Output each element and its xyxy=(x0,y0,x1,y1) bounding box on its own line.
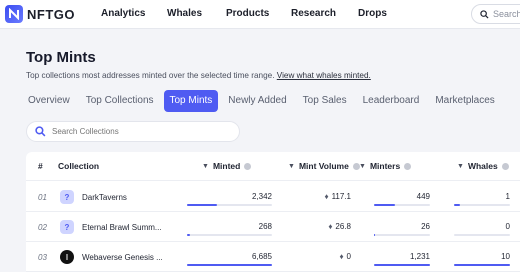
eth-icon: ♦ xyxy=(328,222,333,231)
whales-bar-fill xyxy=(454,204,460,206)
minted-bar-fill xyxy=(187,204,217,206)
search-icon xyxy=(35,126,46,137)
brand-logo[interactable]: NFTGO xyxy=(5,4,75,24)
header-minted-label: Minted xyxy=(212,161,241,171)
sort-down-icon: ▼ xyxy=(457,162,464,170)
minted-value: 2,342 xyxy=(251,192,272,201)
header-mint-volume[interactable]: ▼ Mint Volume xyxy=(288,161,360,171)
minted-bar xyxy=(187,264,272,266)
nav-research[interactable]: Research xyxy=(291,8,336,19)
mint-volume-value: ♦ 0 xyxy=(306,252,351,261)
whales-bar-fill xyxy=(454,264,510,266)
header-index: # xyxy=(38,161,43,171)
eth-icon: ♦ xyxy=(339,252,344,261)
whales-bar xyxy=(454,264,510,266)
tab-top-sales[interactable]: Top Sales xyxy=(297,90,353,112)
question-icon: ? xyxy=(60,220,74,234)
minters-value: 1,231 xyxy=(409,252,430,261)
info-icon xyxy=(244,162,252,170)
sort-down-icon: ▼ xyxy=(288,162,295,170)
row-index: 03 xyxy=(38,253,47,262)
collection-search-box xyxy=(26,121,240,142)
whales-value: 0 xyxy=(505,222,510,231)
minters-bar xyxy=(374,204,430,206)
mint-volume-number: 117.1 xyxy=(331,192,351,201)
minted-bar xyxy=(187,234,272,236)
header-minters[interactable]: ▼ Minters xyxy=(359,161,412,171)
collection-name[interactable]: Eternal Brawl Summ... xyxy=(82,223,162,232)
minted-value: 6,685 xyxy=(251,252,272,261)
minted-bar xyxy=(187,204,272,206)
header-collection: Collection xyxy=(58,161,100,171)
minters-bar xyxy=(374,264,430,266)
header-mint-volume-label: Mint Volume xyxy=(298,161,349,171)
whales-value: 1 xyxy=(505,192,510,201)
brand-name: NFTGO xyxy=(27,6,75,22)
header-whales-label: Whales xyxy=(467,161,498,171)
tab-newly-added[interactable]: Newly Added xyxy=(222,90,292,112)
tab-top-mints[interactable]: Top Mints xyxy=(163,90,219,112)
nav-drops[interactable]: Drops xyxy=(358,8,387,19)
mint-volume-number: 26.8 xyxy=(335,222,351,231)
tab-top-collections[interactable]: Top Collections xyxy=(80,90,160,112)
header-whales[interactable]: ▼ Whales xyxy=(457,161,509,171)
search-icon xyxy=(480,9,489,19)
page-title: Top Mints xyxy=(26,49,96,66)
global-search-placeholder: Search xyxy=(493,9,520,19)
whales-bar xyxy=(454,204,510,206)
table-row[interactable]: 02 ? Eternal Brawl Summ... 268 ♦ 26.8 26 … xyxy=(26,212,520,242)
row-index: 01 xyxy=(38,193,47,202)
minters-bar-fill xyxy=(374,204,395,206)
minters-bar xyxy=(374,234,430,236)
minters-bar-fill xyxy=(374,234,376,236)
table-row[interactable]: 01 ? DarkTaverns 2,342 ♦ 117.1 449 1 xyxy=(26,182,520,212)
question-icon: ? xyxy=(60,190,74,204)
minted-bar-fill xyxy=(187,264,272,266)
header-minters-label: Minters xyxy=(369,161,401,171)
row-index: 02 xyxy=(38,223,47,232)
table-row[interactable]: 03 ǀ Webaverse Genesis ... 6,685 ♦ 0 1,23… xyxy=(26,242,520,272)
info-icon xyxy=(501,162,509,170)
tab-marketplaces[interactable]: Marketplaces xyxy=(429,90,500,112)
collection-name[interactable]: DarkTaverns xyxy=(82,193,127,202)
minters-bar-fill xyxy=(374,264,430,266)
minters-value: 26 xyxy=(421,222,430,231)
mint-volume-value: ♦ 117.1 xyxy=(306,192,351,201)
sort-down-icon: ▼ xyxy=(202,162,209,170)
header-minted[interactable]: ▼ Minted xyxy=(202,161,252,171)
mint-volume-value: ♦ 26.8 xyxy=(306,222,351,231)
dark-avatar-icon: ǀ xyxy=(60,250,74,264)
top-navbar: NFTGO Analytics Whales Products Research… xyxy=(0,0,520,29)
nftgo-logo-icon xyxy=(5,5,23,23)
mints-table: # Collection ▼ Minted ▼ Mint Volume ▼ Mi… xyxy=(26,152,520,272)
minted-value: 268 xyxy=(258,222,272,231)
collection-name[interactable]: Webaverse Genesis ... xyxy=(82,253,163,262)
tab-bar: Overview Top Collections Top Mints Newly… xyxy=(22,90,505,112)
nav-whales[interactable]: Whales xyxy=(167,8,202,19)
info-icon xyxy=(404,162,412,170)
global-search[interactable]: Search xyxy=(471,4,520,24)
table-header: # Collection ▼ Minted ▼ Mint Volume ▼ Mi… xyxy=(26,152,520,181)
minted-bar-fill xyxy=(187,234,191,236)
mint-volume-number: 0 xyxy=(346,252,351,261)
minters-value: 449 xyxy=(416,192,430,201)
tab-leaderboard[interactable]: Leaderboard xyxy=(357,90,426,112)
subtitle-text: Top collections most addresses minted ov… xyxy=(26,71,275,80)
nav-analytics[interactable]: Analytics xyxy=(101,8,145,19)
sort-down-icon: ▼ xyxy=(359,162,366,170)
tab-overview[interactable]: Overview xyxy=(22,90,76,112)
eth-icon: ♦ xyxy=(324,192,329,201)
whales-value: 10 xyxy=(501,252,510,261)
collection-search-input[interactable] xyxy=(52,127,222,136)
whales-bar xyxy=(454,234,510,236)
whales-minted-link[interactable]: View what whales minted. xyxy=(277,71,371,80)
page-subtitle: Top collections most addresses minted ov… xyxy=(26,71,371,80)
nav-products[interactable]: Products xyxy=(226,8,269,19)
